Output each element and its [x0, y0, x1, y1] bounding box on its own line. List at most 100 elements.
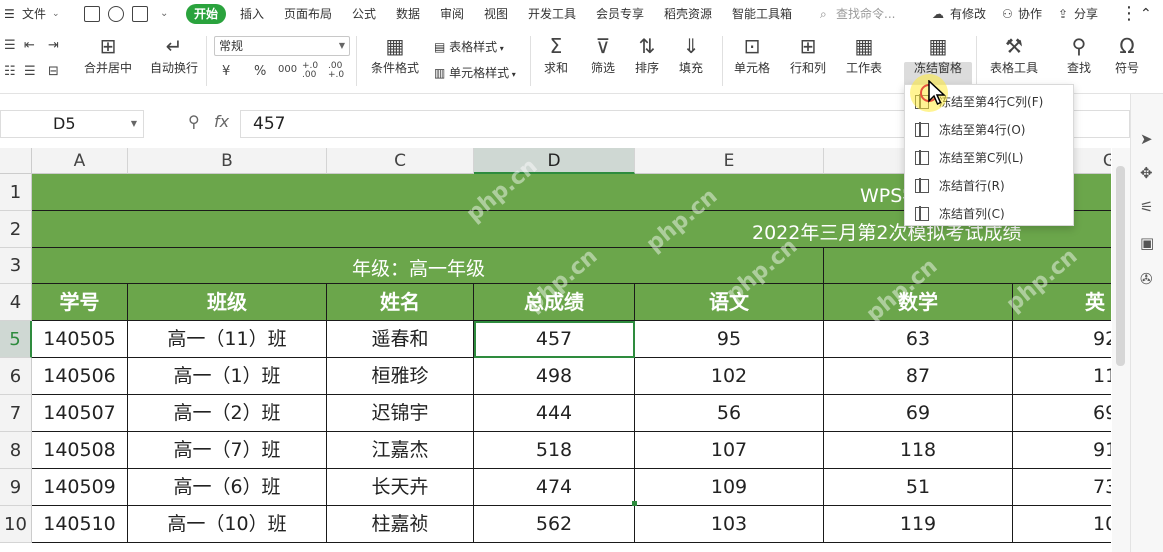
tab-data[interactable]: 数据: [396, 0, 420, 28]
cell-math[interactable]: 87: [824, 358, 1013, 395]
row-header-6[interactable]: 6: [0, 358, 32, 395]
cell-class[interactable]: 高一（2）班: [128, 395, 327, 432]
header-class[interactable]: 班级: [128, 284, 327, 321]
sum-button[interactable]: Σ 求和: [530, 34, 582, 76]
header-student-id[interactable]: 学号: [32, 284, 128, 321]
cell-class[interactable]: 高一（7）班: [128, 432, 327, 469]
cell-total[interactable]: 518: [474, 432, 635, 469]
properties-icon[interactable]: ⚟: [1140, 198, 1153, 216]
cell-total[interactable]: 562: [474, 506, 635, 543]
increase-decimal-button[interactable]: +.0 .00: [302, 62, 322, 80]
cell-class[interactable]: 高一（1）班: [128, 358, 327, 395]
has-changes-status[interactable]: 有修改: [950, 0, 986, 28]
cell-chinese[interactable]: 109: [635, 469, 824, 506]
tab-member[interactable]: 会员专享: [596, 0, 644, 28]
vertical-scrollbar[interactable]: [1112, 148, 1130, 552]
freeze-first-col-item[interactable]: 冻结首列(C): [905, 200, 1073, 228]
tab-page-layout[interactable]: 页面布局: [284, 0, 332, 28]
more-chevron-icon[interactable]: ⌄: [160, 0, 168, 28]
freeze-row4-item[interactable]: 冻结至第4行(O): [905, 116, 1073, 144]
row-header-3[interactable]: 3: [0, 248, 32, 284]
cell-math[interactable]: 119: [824, 506, 1013, 543]
compass-icon[interactable]: ✇: [1140, 270, 1153, 288]
cell-style-button[interactable]: ▥ 单元格样式 ▾: [434, 64, 516, 81]
percent-button[interactable]: %: [254, 64, 266, 79]
find-button[interactable]: ⚲ 查找: [1054, 34, 1104, 76]
col-header-c[interactable]: C: [327, 148, 474, 174]
col-header-a[interactable]: A: [32, 148, 128, 174]
cell-student-id[interactable]: 140508: [32, 432, 128, 469]
grade-cell[interactable]: 年级：高一年级: [32, 248, 824, 284]
cell-class[interactable]: 高一（10）班: [128, 506, 327, 543]
freeze-panes-button[interactable]: ▦ 冻结窗格: [904, 34, 972, 76]
merge-center-button[interactable]: ⊞ 合并居中: [76, 34, 140, 76]
row-header-9[interactable]: 9: [0, 469, 32, 506]
print-icon[interactable]: [132, 6, 148, 22]
tab-home[interactable]: 开始: [186, 4, 227, 24]
fill-handle[interactable]: [632, 501, 637, 506]
cell-class[interactable]: 高一（11）班: [128, 321, 327, 358]
sort-button[interactable]: ⇅ 排序: [622, 34, 672, 76]
cell-english[interactable]: 10: [1013, 506, 1111, 543]
cell-class[interactable]: 高一（6）班: [128, 469, 327, 506]
cell-name[interactable]: 柱嘉祯: [327, 506, 474, 543]
tab-developer[interactable]: 开发工具: [528, 0, 576, 28]
cell-math[interactable]: 63: [824, 321, 1013, 358]
command-search[interactable]: 查找命令...: [836, 0, 895, 28]
move-icon[interactable]: ✥: [1140, 164, 1153, 182]
cell-math[interactable]: 118: [824, 432, 1013, 469]
worksheet-button[interactable]: ▦ 工作表: [836, 34, 892, 76]
scrollbar-thumb[interactable]: [1116, 166, 1125, 366]
grade-cell-right[interactable]: [824, 248, 1111, 284]
cell-english[interactable]: 91: [1013, 432, 1111, 469]
cell-student-id[interactable]: 140505: [32, 321, 128, 358]
tab-smart-tools[interactable]: 智能工具箱: [732, 0, 792, 28]
row-header-4[interactable]: 4: [0, 284, 32, 321]
gallery-icon[interactable]: ▣: [1140, 234, 1154, 252]
wrap-text-button[interactable]: ↵ 自动换行: [142, 34, 206, 76]
cell-total[interactable]: 444: [474, 395, 635, 432]
select-cursor-icon[interactable]: ➤: [1140, 130, 1153, 148]
share-button[interactable]: 分享: [1074, 0, 1098, 28]
currency-button[interactable]: ¥: [222, 64, 230, 79]
export-icon[interactable]: [108, 6, 124, 22]
cell-english[interactable]: 73: [1013, 469, 1111, 506]
chevron-down-icon[interactable]: ⌄: [52, 0, 60, 28]
table-tools-button[interactable]: ⚒ 表格工具: [982, 34, 1046, 76]
cell-chinese[interactable]: 103: [635, 506, 824, 543]
collab-button[interactable]: 协作: [1018, 0, 1042, 28]
table-style-button[interactable]: ▤ 表格样式 ▾: [434, 38, 504, 55]
row-header-1[interactable]: 1: [0, 174, 32, 211]
cell-name[interactable]: 迟锦宇: [327, 395, 474, 432]
hamburger-icon[interactable]: ☰: [4, 0, 15, 28]
header-name[interactable]: 姓名: [327, 284, 474, 321]
select-all-corner[interactable]: [0, 148, 32, 174]
decrease-decimal-button[interactable]: .00 +.0: [328, 62, 348, 80]
freeze-first-row-item[interactable]: 冻结首行(R): [905, 172, 1073, 200]
freeze-colc-item[interactable]: 冻结至第C列(L): [905, 144, 1073, 172]
cell-name[interactable]: 桓雅珍: [327, 358, 474, 395]
cell-english[interactable]: 92: [1013, 321, 1111, 358]
save-icon[interactable]: [84, 6, 100, 22]
cell-student-id[interactable]: 140507: [32, 395, 128, 432]
col-header-b[interactable]: B: [128, 148, 327, 174]
cell-chinese[interactable]: 107: [635, 432, 824, 469]
tab-review[interactable]: 审阅: [440, 0, 464, 28]
cell-student-id[interactable]: 140506: [32, 358, 128, 395]
cell-button[interactable]: ⊡ 单元格: [724, 34, 780, 76]
header-math[interactable]: 数学: [824, 284, 1013, 321]
fill-button[interactable]: ⇓ 填充: [666, 34, 716, 76]
cell-total[interactable]: 498: [474, 358, 635, 395]
row-header-7[interactable]: 7: [0, 395, 32, 432]
col-header-e[interactable]: E: [635, 148, 824, 174]
tab-insert[interactable]: 插入: [240, 0, 264, 28]
col-header-d[interactable]: D: [474, 148, 635, 174]
distributed-align-icon[interactable]: ⊟: [48, 64, 59, 79]
tab-docer[interactable]: 稻壳资源: [664, 0, 712, 28]
cell-student-id[interactable]: 140509: [32, 469, 128, 506]
header-total[interactable]: 总成绩: [474, 284, 635, 321]
cell-math[interactable]: 69: [824, 395, 1013, 432]
row-header-10[interactable]: 10: [0, 506, 32, 543]
filter-button[interactable]: ⊽ 筛选: [578, 34, 628, 76]
cell-chinese[interactable]: 102: [635, 358, 824, 395]
